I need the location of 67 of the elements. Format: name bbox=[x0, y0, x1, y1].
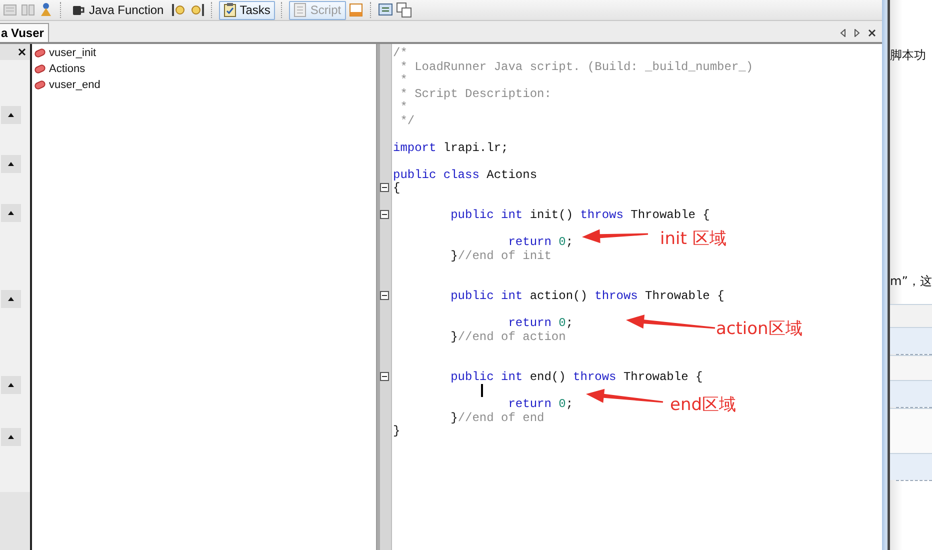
panel-icon[interactable] bbox=[348, 2, 364, 18]
fold-icon[interactable] bbox=[380, 183, 389, 192]
triangle-up-icon bbox=[8, 297, 14, 301]
collapse-button[interactable] bbox=[1, 204, 21, 222]
code-line: return 0; bbox=[507, 316, 574, 330]
action-icon bbox=[34, 80, 46, 90]
cup-icon bbox=[73, 4, 85, 16]
figure-icon[interactable] bbox=[38, 2, 54, 18]
code-line: * Script Description: bbox=[399, 86, 552, 100]
code-line: return 0; bbox=[507, 397, 574, 410]
collapse-button[interactable] bbox=[1, 376, 21, 394]
annotation-label: init 区域 bbox=[660, 228, 726, 250]
triangle-up-icon bbox=[8, 435, 14, 439]
triangle-up-icon bbox=[8, 113, 14, 117]
tree-item[interactable]: vuser_init bbox=[32, 45, 376, 61]
code-line: }//end of action bbox=[450, 330, 566, 343]
code-line: import lrapi.lr; bbox=[393, 140, 508, 154]
code-line: return 0; bbox=[507, 235, 574, 248]
editor-tab[interactable]: a Vuser bbox=[0, 23, 49, 42]
action-icon bbox=[34, 48, 46, 58]
code-line: /* bbox=[393, 46, 408, 60]
document-icon bbox=[294, 3, 306, 17]
java-function-button[interactable]: Java Function bbox=[68, 0, 169, 20]
code-line: public class Actions bbox=[393, 168, 538, 181]
code-line: */ bbox=[399, 114, 415, 127]
action-icon bbox=[34, 64, 46, 74]
fold-icon[interactable] bbox=[380, 210, 389, 220]
table-row bbox=[890, 453, 932, 480]
triangle-up-icon bbox=[8, 211, 14, 215]
collapse-button[interactable] bbox=[1, 155, 21, 173]
text-cursor bbox=[481, 384, 483, 397]
close-icon[interactable] bbox=[18, 48, 26, 56]
triangle-up-icon bbox=[8, 383, 14, 387]
code-line: public int action() throws Throwable { bbox=[450, 289, 724, 302]
page-text: m”，这 bbox=[890, 273, 932, 290]
table-row bbox=[890, 408, 932, 453]
toolbar-button[interactable]: Tasks bbox=[218, 0, 276, 20]
code-line: * LoadRunner Java script. (Build: _build_number_) bbox=[399, 60, 754, 73]
table-row bbox=[890, 304, 932, 327]
collapse-button[interactable] bbox=[1, 106, 21, 124]
scroll-left-icon[interactable] bbox=[840, 28, 846, 36]
code-line: * bbox=[399, 100, 408, 114]
page-text: 脚本功 bbox=[890, 47, 927, 64]
clipboard-icon bbox=[224, 3, 236, 17]
code-line: } bbox=[393, 424, 400, 438]
fold-icon[interactable] bbox=[380, 372, 389, 382]
code-line: public int init() throws Throwable { bbox=[450, 208, 710, 222]
annotation-label: end区域 bbox=[670, 394, 736, 416]
tree-item[interactable]: vuser_end bbox=[32, 77, 376, 93]
code-line: * bbox=[399, 73, 408, 86]
window-icon[interactable] bbox=[378, 2, 394, 18]
close-icon[interactable] bbox=[868, 28, 876, 36]
scroll-right-icon[interactable] bbox=[854, 28, 860, 36]
table-row bbox=[890, 380, 932, 407]
code-line: }//end of end bbox=[450, 410, 544, 424]
collapse-button[interactable] bbox=[1, 290, 21, 308]
code-line: }//end of init bbox=[450, 248, 552, 262]
code-line: public int end() throws Throwable { bbox=[450, 370, 703, 384]
table-row bbox=[890, 355, 932, 380]
fold-icon[interactable] bbox=[380, 291, 389, 300]
triangle-up-icon bbox=[8, 162, 14, 166]
windows-icon[interactable] bbox=[396, 2, 412, 18]
collapse-button[interactable] bbox=[1, 428, 21, 446]
annotation-label: action区域 bbox=[716, 318, 802, 340]
code-line: { bbox=[393, 181, 400, 194]
tree-item[interactable]: Actions bbox=[32, 61, 376, 77]
table-row bbox=[890, 327, 932, 354]
